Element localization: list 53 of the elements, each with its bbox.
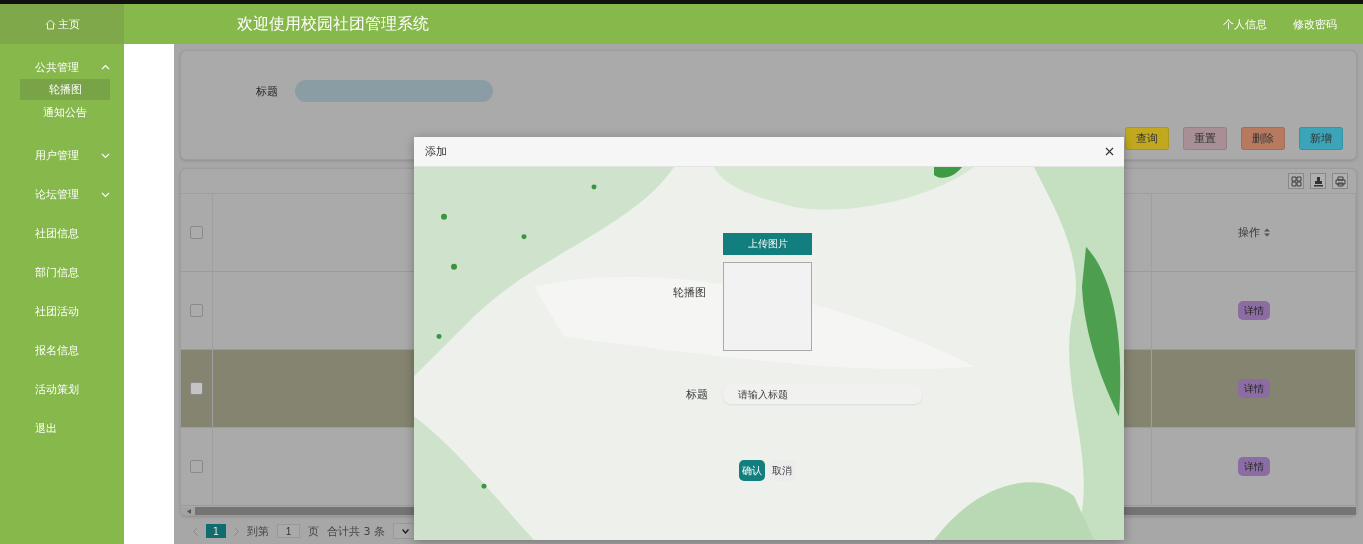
sidebar-group[interactable]: 用户管理 — [0, 136, 124, 175]
chevron-down-icon — [101, 191, 110, 198]
close-icon[interactable] — [1105, 147, 1114, 156]
checkbox[interactable] — [190, 460, 203, 473]
sidebar-item[interactable]: 活动策划 — [0, 370, 124, 409]
action-button[interactable]: 删除 — [1241, 127, 1285, 150]
jump-label: 到第 — [247, 523, 269, 539]
field-label: 标题 — [685, 386, 708, 402]
app-title: 欢迎使用校园社团管理系统 — [237, 13, 430, 35]
action-button[interactable]: 重置 — [1183, 127, 1227, 150]
action-button[interactable]: 新增 — [1299, 127, 1343, 150]
sidebar-group[interactable]: 公共管理 — [0, 55, 124, 79]
sidebar-subitem[interactable]: 通知公告 — [20, 100, 110, 126]
page-button[interactable]: 1 — [206, 524, 226, 538]
confirm-button[interactable]: 确认 — [739, 460, 765, 481]
page-unit: 页 — [308, 523, 319, 539]
chevron-down-icon — [401, 528, 409, 534]
search-field[interactable] — [295, 80, 493, 102]
sidebar-item[interactable]: 退出 — [0, 409, 124, 448]
header-link[interactable]: 个人信息 — [1223, 16, 1267, 32]
upload-button[interactable]: 上传图片 — [723, 233, 812, 255]
field-label: 标题 — [256, 83, 278, 99]
scroll-left-icon[interactable] — [187, 508, 191, 514]
checkbox[interactable] — [190, 382, 203, 395]
page-input[interactable]: 1 — [277, 524, 300, 538]
detail-button[interactable]: 详情 — [1237, 457, 1270, 476]
checkbox[interactable] — [190, 226, 203, 239]
chevron-down-icon — [101, 152, 110, 159]
column-header: 操作 — [1237, 225, 1260, 240]
cancel-button[interactable]: 取消 — [769, 460, 795, 481]
detail-button[interactable]: 详情 — [1237, 379, 1270, 398]
home-icon — [44, 18, 56, 30]
stamp-icon[interactable] — [1310, 173, 1326, 189]
sidebar-item[interactable]: 部门信息 — [0, 253, 124, 292]
print-icon[interactable] — [1332, 173, 1348, 189]
field-label: 轮播图 — [672, 284, 706, 300]
grid-icon[interactable] — [1288, 173, 1304, 189]
sidebar-subitem[interactable]: 轮播图 — [20, 79, 110, 100]
home-link[interactable]: 主页 — [0, 4, 124, 44]
sidebar-item[interactable]: 社团活动 — [0, 292, 124, 331]
sort-icon[interactable] — [1263, 228, 1270, 237]
chevron-up-icon — [101, 64, 110, 70]
total-count: 合计共 3 条 — [327, 523, 385, 539]
page-size-select[interactable] — [393, 523, 417, 539]
dialog-title: 添加 — [425, 144, 447, 159]
input-field[interactable]: 请输入标题 — [723, 384, 922, 404]
sidebar-item[interactable]: 报名信息 — [0, 331, 124, 370]
checkbox[interactable] — [190, 304, 203, 317]
sidebar-item[interactable]: 社团信息 — [0, 214, 124, 253]
sidebar-group[interactable]: 论坛管理 — [0, 175, 124, 214]
header-link[interactable]: 修改密码 — [1293, 16, 1337, 32]
action-button[interactable]: 查询 — [1125, 127, 1169, 150]
detail-button[interactable]: 详情 — [1237, 301, 1270, 320]
